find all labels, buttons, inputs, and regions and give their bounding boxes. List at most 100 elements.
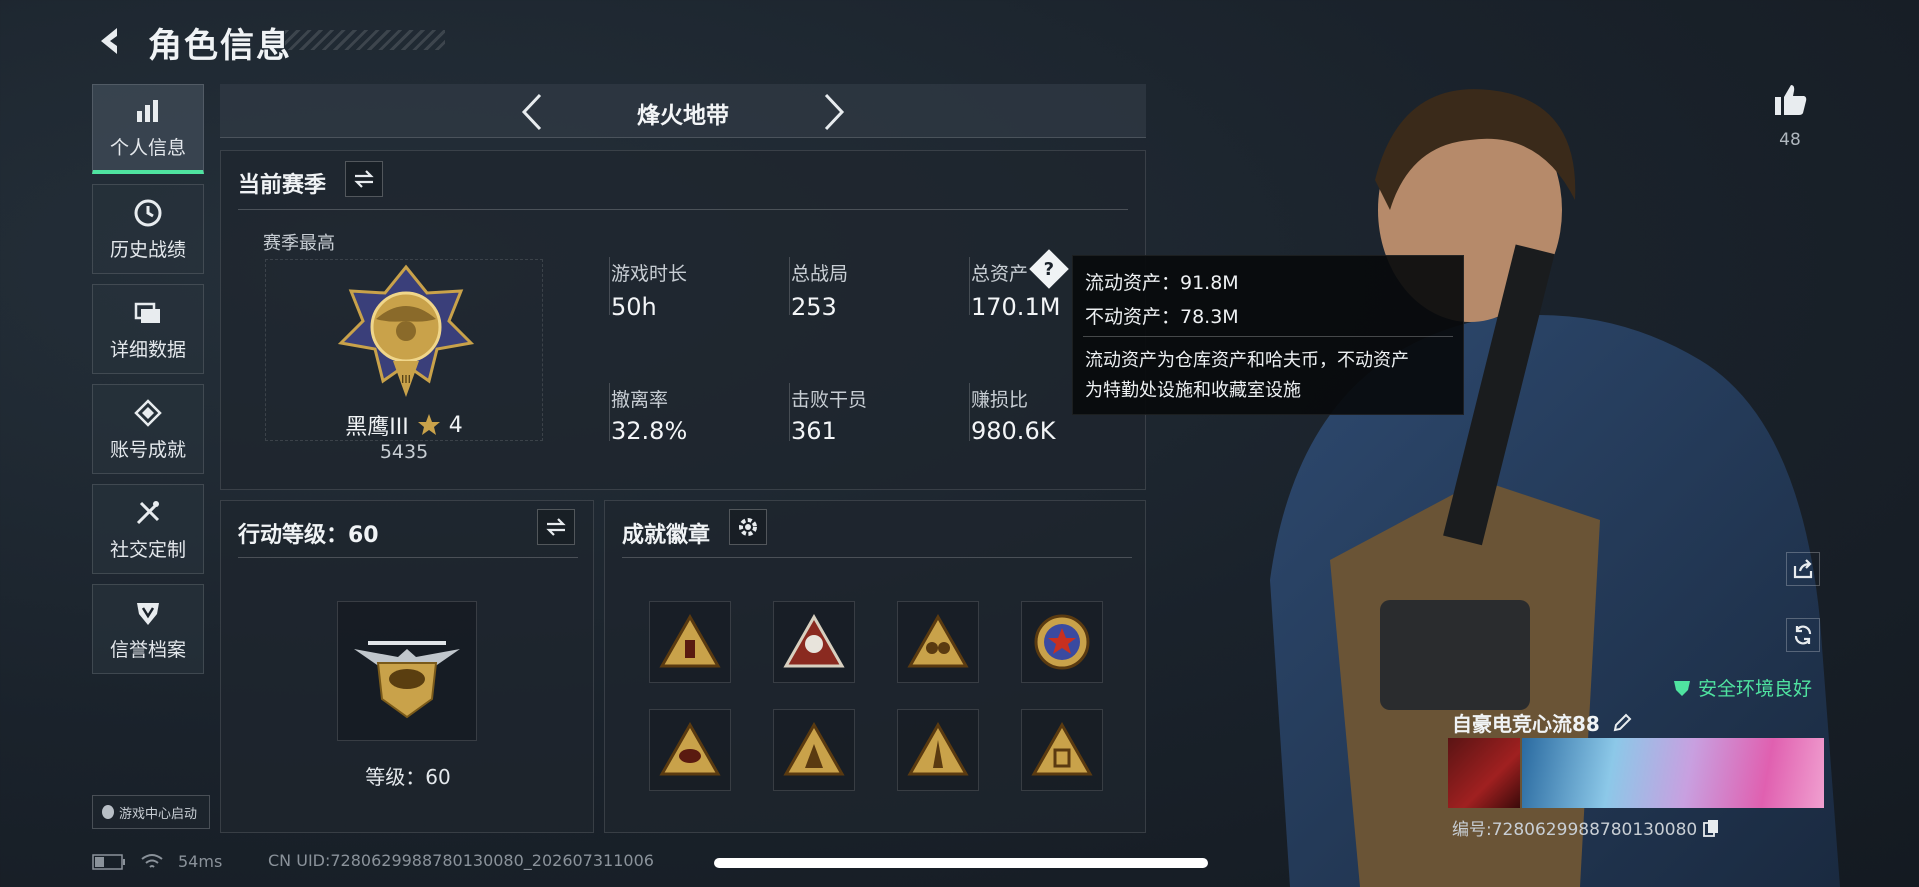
bar-chart-icon bbox=[132, 95, 164, 127]
like-count: 48 bbox=[1779, 130, 1801, 150]
stat-label-total-assets: 总资产 bbox=[971, 263, 1029, 285]
help-button[interactable]: ? bbox=[1029, 249, 1069, 289]
like-button[interactable] bbox=[1768, 78, 1812, 122]
sidebar-item-label: 社交定制 bbox=[109, 538, 186, 561]
refresh-button[interactable] bbox=[1786, 618, 1820, 652]
achievement-badge[interactable] bbox=[773, 709, 855, 791]
sidebar-item-label: 信誉档案 bbox=[109, 638, 186, 661]
tooltip-description-line1: 流动资产为仓库资产和哈夫币，不动资产 bbox=[1085, 350, 1409, 371]
tools-icon bbox=[132, 497, 164, 529]
sidebar-item-history[interactable]: 历史战绩 bbox=[92, 184, 204, 274]
shield-badge-icon bbox=[132, 597, 164, 629]
stat-label-profit-ratio: 赚损比 bbox=[971, 389, 1029, 411]
player-banner[interactable] bbox=[1522, 738, 1824, 808]
tooltip-description-line2: 为特勤处设施和收藏室设施 bbox=[1085, 380, 1301, 401]
security-status-text: 安全环境良好 bbox=[1698, 678, 1813, 700]
rank-name: 黑鹰III bbox=[345, 415, 409, 440]
stat-label-kills: 击败干员 bbox=[791, 389, 868, 411]
badge-triangle-icon bbox=[907, 614, 969, 668]
season-best-label: 赛季最高 bbox=[263, 233, 335, 254]
sidebar-item-label: 个人信息 bbox=[109, 137, 186, 159]
level-text: 等级：60 bbox=[365, 765, 451, 789]
season-panel: 当前赛季 赛季最高 III 黑鹰III 4 5435 游戏时长 50h 总战局 … bbox=[220, 150, 1146, 490]
rank-row: 黑鹰III 4 bbox=[265, 409, 543, 441]
home-indicator[interactable] bbox=[714, 858, 1208, 868]
stat-divider bbox=[789, 257, 790, 315]
player-avatar[interactable] bbox=[1448, 738, 1520, 808]
stat-divider bbox=[969, 257, 970, 315]
achievement-badge[interactable] bbox=[1021, 601, 1103, 683]
game-center-launch-button[interactable]: 游戏中心启动 bbox=[92, 795, 210, 829]
achievement-settings-button[interactable] bbox=[729, 509, 767, 545]
player-name: 自豪电竞心流88 bbox=[1452, 712, 1600, 736]
thumbs-up-icon bbox=[1775, 85, 1807, 115]
achievement-panel: 成就徽章 bbox=[604, 500, 1146, 833]
season-switch-button[interactable] bbox=[345, 161, 383, 197]
divider bbox=[238, 557, 578, 558]
sidebar-item-personal-info[interactable]: 个人信息 bbox=[92, 84, 204, 174]
stat-value-profit-ratio: 980.6K bbox=[971, 417, 1056, 445]
question-icon: ? bbox=[1043, 258, 1055, 280]
divider bbox=[238, 209, 1128, 210]
edit-pencil-icon[interactable] bbox=[1612, 713, 1632, 733]
stat-divider bbox=[969, 383, 970, 441]
action-level-title: 行动等级：60 bbox=[238, 523, 379, 548]
share-button[interactable] bbox=[1786, 552, 1820, 586]
asset-tooltip: 流动资产：91.8M 不动资产：78.3M 流动资产为仓库资产和哈夫币，不动资产… bbox=[1072, 255, 1464, 415]
badge-triangle-icon bbox=[659, 722, 721, 776]
achievement-badge[interactable] bbox=[649, 601, 731, 683]
mode-next-button[interactable] bbox=[814, 92, 854, 132]
achievement-badge[interactable] bbox=[897, 709, 979, 791]
stat-value-total-assets: 170.1M bbox=[971, 293, 1061, 321]
chevron-left-icon bbox=[101, 28, 117, 54]
stat-divider bbox=[609, 383, 610, 441]
badge-triangle-icon bbox=[783, 614, 845, 668]
badge-triangle-icon bbox=[907, 722, 969, 776]
rank-stars: 4 bbox=[448, 412, 463, 438]
badge-triangle-icon bbox=[659, 614, 721, 668]
swap-icon bbox=[354, 170, 374, 188]
chevron-right-icon bbox=[824, 93, 845, 131]
sidebar-item-reputation[interactable]: 信誉档案 bbox=[92, 584, 204, 674]
sidebar-item-detailed-data[interactable]: 详细数据 bbox=[92, 284, 204, 374]
battery-icon bbox=[92, 853, 125, 870]
stat-value-extraction-rate: 32.8% bbox=[611, 417, 688, 445]
sidebar-item-achievements[interactable]: 账号成就 bbox=[92, 384, 204, 474]
player-id-row: 编号:7280629988780130080 bbox=[1452, 815, 1719, 840]
achievement-badge[interactable] bbox=[649, 709, 731, 791]
stat-label-play-time: 游戏时长 bbox=[611, 263, 688, 285]
badge-triangle-icon bbox=[783, 722, 845, 776]
status-bar: 54ms bbox=[92, 852, 222, 871]
mode-name: 烽火地带 bbox=[637, 103, 729, 129]
helicopter-emblem-icon bbox=[354, 641, 460, 719]
divider bbox=[622, 557, 1132, 558]
stat-value-kills: 361 bbox=[791, 417, 837, 445]
achievement-badge[interactable] bbox=[773, 601, 855, 683]
sidebar-item-label: 历史战绩 bbox=[109, 238, 186, 261]
divider bbox=[1083, 336, 1453, 337]
shield-check-icon bbox=[1674, 680, 1690, 696]
stat-divider bbox=[609, 257, 610, 315]
page-title: 角色信息 bbox=[148, 26, 292, 66]
badge-round-icon bbox=[1034, 614, 1090, 670]
back-button[interactable] bbox=[90, 22, 130, 60]
copy-icon[interactable] bbox=[1703, 819, 1719, 837]
folder-stack-icon bbox=[132, 297, 164, 329]
action-level-switch-button[interactable] bbox=[537, 509, 575, 545]
svg-text:III: III bbox=[401, 373, 411, 386]
player-name-row: 自豪电竞心流88 bbox=[1452, 708, 1632, 737]
sidebar-item-social[interactable]: 社交定制 bbox=[92, 484, 204, 574]
share-icon bbox=[1793, 559, 1813, 579]
stat-label-extraction-rate: 撤离率 bbox=[611, 389, 669, 411]
stat-divider bbox=[789, 383, 790, 441]
stat-value-play-time: 50h bbox=[611, 293, 657, 321]
mode-selector: 烽火地带 bbox=[220, 84, 1146, 138]
gear-icon bbox=[739, 518, 757, 536]
achievement-badge[interactable] bbox=[897, 601, 979, 683]
game-center-label: 游戏中心启动 bbox=[119, 806, 198, 822]
achievement-badge[interactable] bbox=[1021, 709, 1103, 791]
clock-history-icon bbox=[132, 197, 164, 229]
security-status: 安全环境良好 bbox=[1672, 674, 1812, 701]
ping-value: 54ms bbox=[178, 852, 223, 871]
action-level-panel: 行动等级：60 等级：60 bbox=[220, 500, 594, 833]
